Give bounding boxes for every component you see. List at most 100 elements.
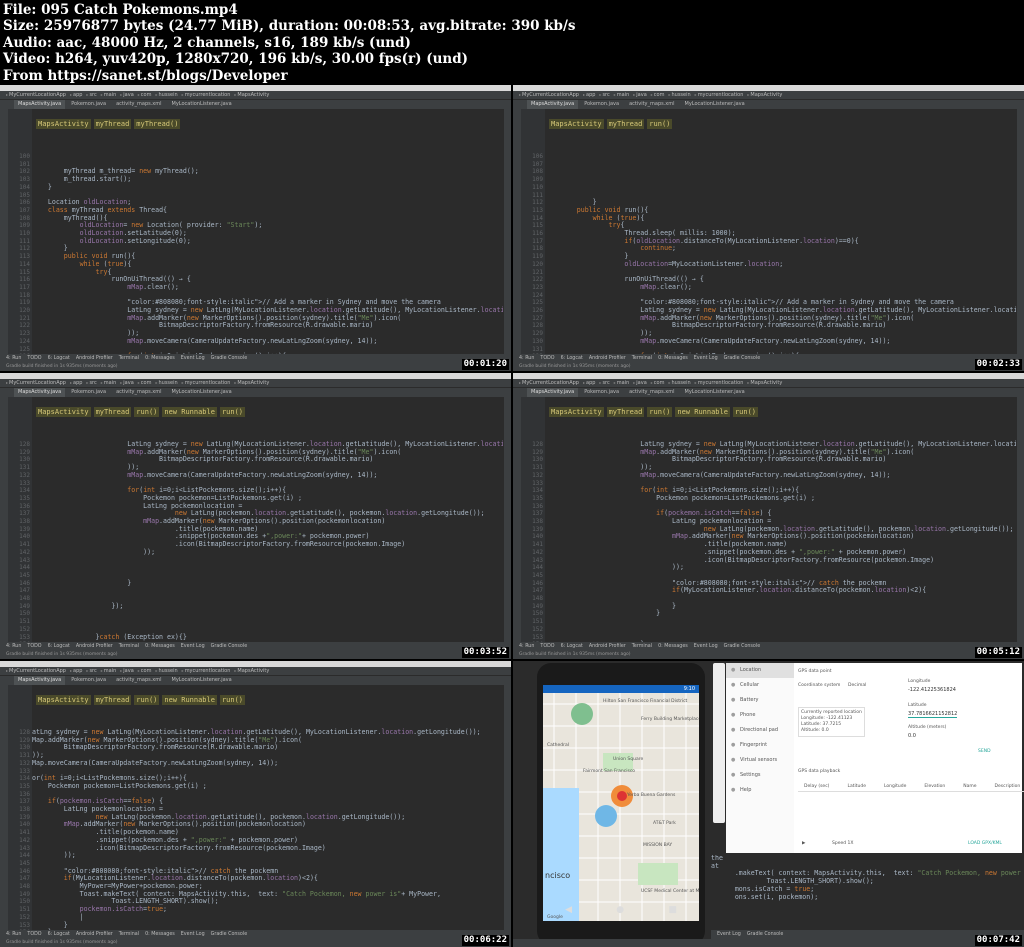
nav-item[interactable]: mycurrentlocation: [695, 92, 744, 98]
tool-window-button[interactable]: 4: Run: [6, 932, 21, 937]
nav-item[interactable]: src: [86, 668, 96, 674]
tool-window-button[interactable]: Gradle Console: [724, 356, 761, 361]
tool-window-button[interactable]: 0: Messages: [658, 356, 688, 361]
nav-item[interactable]: mycurrentlocation: [182, 668, 231, 674]
tool-window-button[interactable]: Event Log: [717, 932, 741, 937]
breadcrumb-item[interactable]: MapsActivity: [549, 407, 604, 417]
nav-item[interactable]: MapsActivity: [234, 92, 269, 98]
mario-marker-icon[interactable]: [617, 791, 627, 801]
nav-item[interactable]: app: [70, 92, 82, 98]
tool-window-button[interactable]: Android Profiler: [76, 644, 113, 649]
extended-menu-item[interactable]: Phone: [726, 708, 794, 723]
tool-window-button[interactable]: 0: Messages: [145, 356, 175, 361]
editor-tab[interactable]: MyLocationListener.java: [681, 100, 749, 109]
extended-menu-item[interactable]: Cellular: [726, 678, 794, 693]
play-icon[interactable]: ▶: [802, 841, 805, 846]
tool-window-button[interactable]: 6: Logcat: [48, 932, 70, 937]
tool-window-button[interactable]: Android Profiler: [76, 356, 113, 361]
breadcrumb-item[interactable]: new Runnable: [162, 695, 217, 705]
squirtle-marker-icon[interactable]: [595, 805, 617, 827]
editor-tab[interactable]: MyLocationListener.java: [168, 676, 236, 685]
editor-tab[interactable]: MapsActivity.java: [527, 100, 579, 109]
nav-item[interactable]: com: [138, 92, 152, 98]
tool-window-button[interactable]: Gradle Console: [211, 644, 248, 649]
nav-item[interactable]: main: [101, 92, 117, 98]
breadcrumb-item[interactable]: myThread: [606, 407, 645, 417]
longitude-field[interactable]: -122.41225361824: [908, 687, 956, 693]
nav-item[interactable]: hussein: [668, 92, 690, 98]
nav-item[interactable]: java: [633, 380, 646, 386]
nav-item[interactable]: mycurrentlocation: [695, 380, 744, 386]
right-tool-strip[interactable]: [504, 685, 511, 930]
breadcrumb-item[interactable]: MapsActivity: [36, 695, 91, 705]
nav-item[interactable]: mycurrentlocation: [182, 92, 231, 98]
nav-item[interactable]: MyCurrentLocationApp: [519, 380, 579, 386]
nav-item[interactable]: com: [138, 668, 152, 674]
nav-item[interactable]: src: [86, 92, 96, 98]
tool-window-button[interactable]: TODO: [27, 644, 41, 649]
nav-item[interactable]: MapsActivity: [747, 380, 782, 386]
breadcrumb[interactable]: MapsActivity myThread myThread(): [36, 119, 181, 129]
nav-item[interactable]: hussein: [155, 92, 177, 98]
tool-window-button[interactable]: TODO: [540, 644, 554, 649]
send-button[interactable]: SEND: [978, 749, 991, 754]
extended-menu-item[interactable]: Location: [726, 663, 794, 678]
tool-window-button[interactable]: Gradle Console: [724, 644, 761, 649]
tool-window-bar[interactable]: 4: Run TODO 6: Logcat Android Profiler Termi…: [0, 354, 511, 363]
nav-item[interactable]: java: [120, 668, 133, 674]
nav-item[interactable]: mycurrentlocation: [182, 380, 231, 386]
tool-window-bar[interactable]: 4: Run TODO 6: Logcat Android Profiler Termi…: [0, 642, 511, 651]
tool-window-button[interactable]: 4: Run: [6, 644, 21, 649]
breadcrumb-item[interactable]: MapsActivity: [549, 119, 604, 129]
tool-window-button[interactable]: Android Profiler: [589, 356, 626, 361]
left-tool-strip[interactable]: [0, 685, 8, 930]
breadcrumb[interactable]: MapsActivity myThread run() new Runnable run…: [36, 695, 246, 705]
editor-tab[interactable]: MapsActivity.java: [14, 388, 66, 397]
extended-menu-item[interactable]: Battery: [726, 693, 794, 708]
load-gpx-button[interactable]: LOAD GPX/KML: [968, 841, 1002, 846]
tool-window-bar[interactable]: 4: Run TODO 6: Logcat Android Profiler Termi…: [513, 354, 1024, 363]
tool-window-button[interactable]: 0: Messages: [658, 644, 688, 649]
tool-window-button[interactable]: Gradle Console: [211, 932, 248, 937]
nav-item[interactable]: app: [583, 380, 595, 386]
google-map[interactable]: Hilton San Francisco Financial District F…: [543, 693, 699, 921]
editor-tab[interactable]: activity_maps.xml: [112, 100, 165, 109]
tool-window-button[interactable]: Event Log: [181, 644, 205, 649]
nav-item[interactable]: java: [120, 92, 133, 98]
nav-item[interactable]: app: [70, 380, 82, 386]
nav-item[interactable]: java: [633, 92, 646, 98]
nav-item[interactable]: MapsActivity: [234, 668, 269, 674]
right-tool-strip[interactable]: [504, 109, 511, 354]
tool-window-button[interactable]: Event Log: [181, 356, 205, 361]
editor-tab[interactable]: MapsActivity.java: [14, 676, 66, 685]
nav-item[interactable]: MyCurrentLocationApp: [6, 92, 66, 98]
home-icon[interactable]: ●: [616, 905, 624, 915]
tool-window-button[interactable]: TODO: [27, 932, 41, 937]
nav-item[interactable]: MyCurrentLocationApp: [6, 380, 66, 386]
breadcrumb-item[interactable]: run(): [647, 119, 673, 129]
editor-tab[interactable]: MyLocationListener.java: [168, 388, 236, 397]
tool-window-button[interactable]: Gradle Console: [211, 356, 248, 361]
editor-tab[interactable]: Pokemon.java: [580, 100, 623, 109]
nav-item[interactable]: MapsActivity: [234, 380, 269, 386]
editor-tab[interactable]: MapsActivity.java: [527, 388, 579, 397]
breadcrumb-item[interactable]: run(): [219, 407, 246, 417]
editor-tab[interactable]: Pokemon.java: [580, 388, 623, 397]
editor-tab[interactable]: MapsActivity.java: [14, 100, 66, 109]
back-icon[interactable]: ◀: [565, 905, 572, 915]
extended-menu-item[interactable]: Virtual sensors: [726, 753, 794, 768]
editor-tab[interactable]: Pokemon.java: [67, 676, 110, 685]
nav-item[interactable]: MyCurrentLocationApp: [519, 92, 579, 98]
bulbasaur-marker-icon[interactable]: [571, 703, 593, 725]
nav-item[interactable]: main: [101, 668, 117, 674]
tool-window-button[interactable]: Android Profiler: [76, 932, 113, 937]
code-editor[interactable]: } public void run(){ while (true){ try{ …: [545, 109, 1016, 354]
left-tool-strip[interactable]: [513, 109, 521, 354]
extended-menu-item[interactable]: Directional pad: [726, 723, 794, 738]
nav-item[interactable]: src: [86, 380, 96, 386]
right-tool-strip[interactable]: [1017, 397, 1024, 642]
breadcrumb-item[interactable]: myThread: [606, 119, 645, 129]
nav-item[interactable]: src: [599, 92, 609, 98]
extended-menu-item[interactable]: Fingerprint: [726, 738, 794, 753]
breadcrumb[interactable]: MapsActivity myThread run() new Runnable run…: [549, 407, 759, 417]
